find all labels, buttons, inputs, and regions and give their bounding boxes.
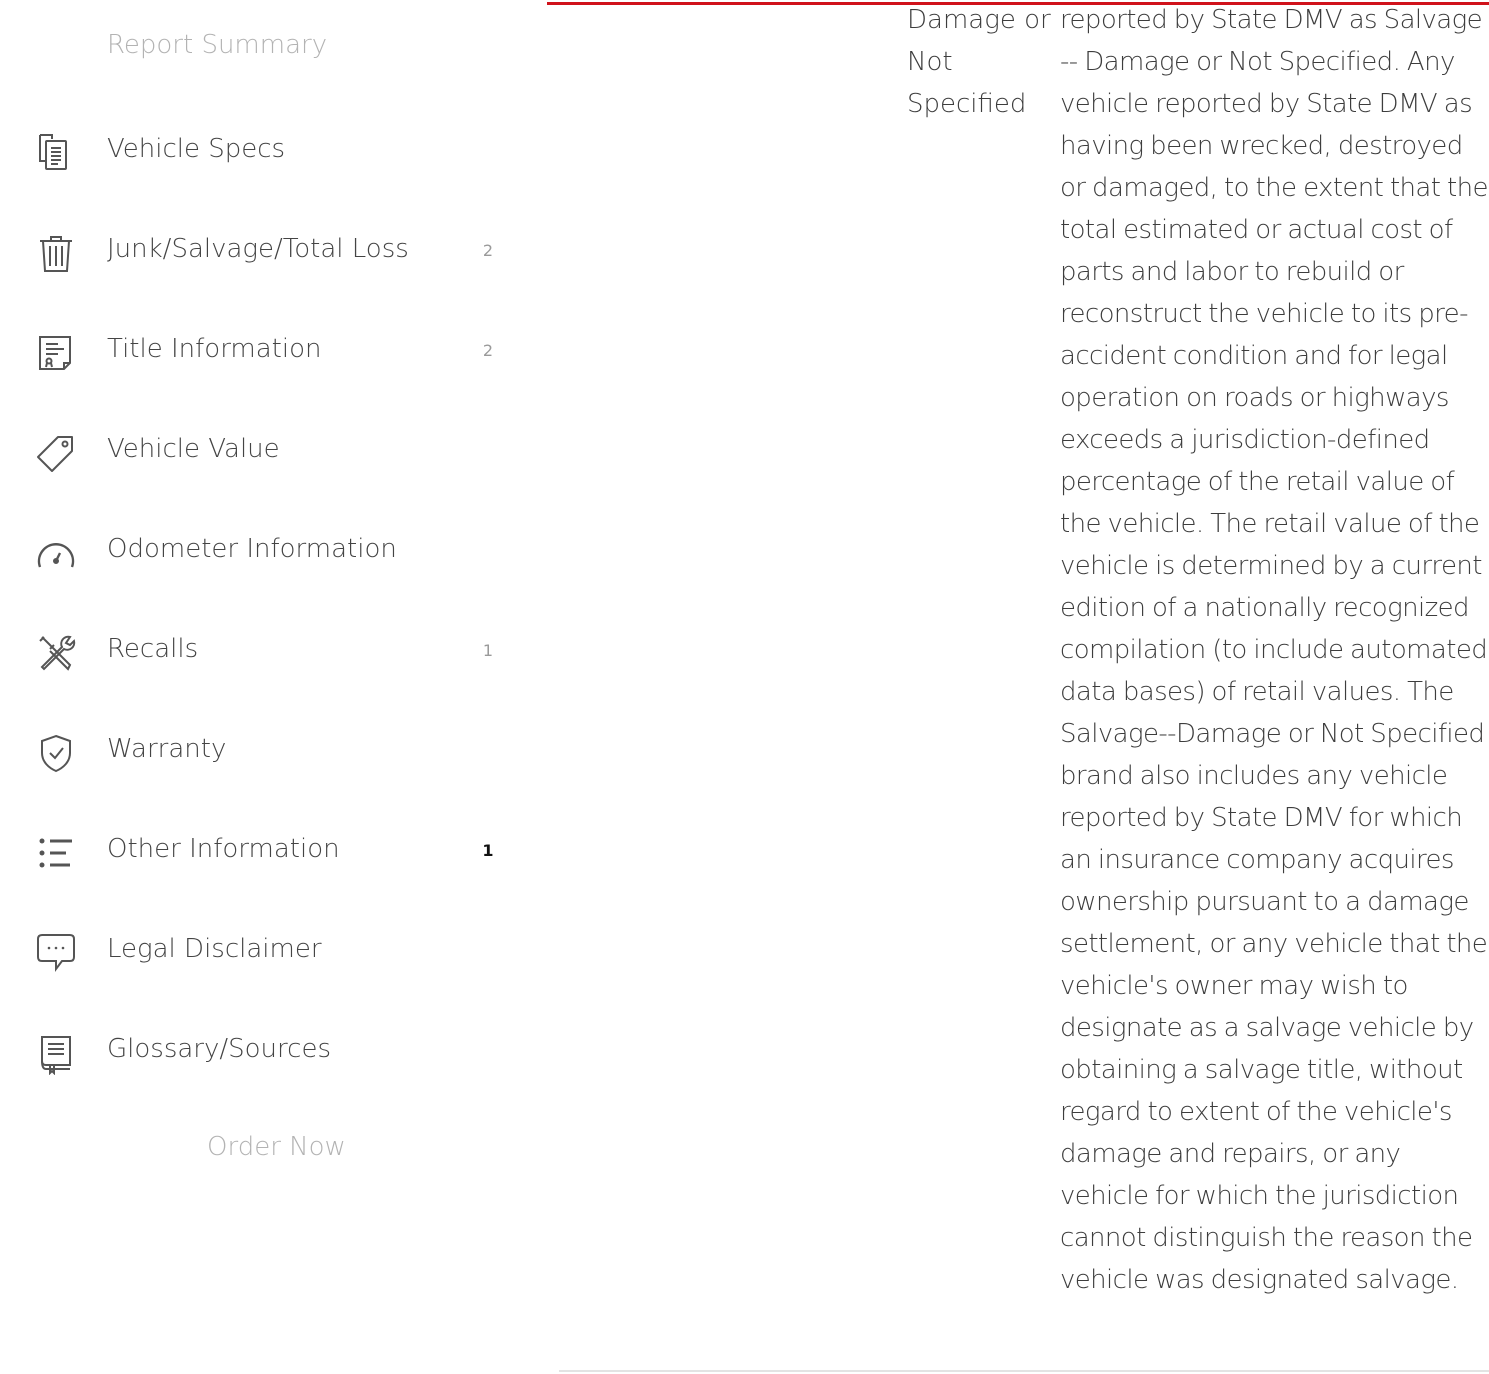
glossary-content: Damage or Not Specified reported by Stat… [545,0,1489,1374]
count-badge: 2 [482,241,494,260]
report-summary-link[interactable]: Report Summary [107,30,327,60]
sidebar-item-vehicle-specs[interactable]: Vehicle Specs [0,121,520,181]
sidebar-item-glossary-sources[interactable]: Glossary/Sources [0,1021,520,1081]
speech-bubble-icon [34,931,78,975]
count-badge: 2 [482,341,494,360]
list-icon [34,831,78,875]
glossary-definition: reported by State DMV as Salvage -- Dama… [1060,5,1488,1295]
sidebar-item-title-information[interactable]: Title Information 2 [0,321,520,381]
sidebar-item-label: Warranty [107,734,227,764]
sidebar-item-label: Recalls [107,634,199,664]
sidebar-item-legal-disclaimer[interactable]: Legal Disclaimer [0,921,520,981]
order-now-link[interactable]: Order Now [207,1132,346,1162]
sidebar-item-vehicle-value[interactable]: Vehicle Value [0,421,520,481]
title-document-icon [34,331,78,375]
sidebar-item-warranty[interactable]: Warranty [0,721,520,781]
sidebar-item-label: Other Information [107,834,340,864]
sidebar-item-label: Vehicle Specs [107,134,286,164]
sidebar-item-label: Glossary/Sources [107,1034,331,1064]
odometer-icon [34,531,78,575]
shield-check-icon [34,731,78,775]
trash-icon [34,231,78,275]
tools-icon [34,631,78,675]
row-divider [559,1370,1489,1372]
sidebar-item-label: Junk/Salvage/Total Loss [107,234,409,264]
vehicle-specs-icon [34,131,78,175]
sidebar-nav: Report Summary Vehicle Specs Junk/Salvag… [0,0,545,1374]
glossary-term: Damage or Not Specified [907,5,1051,119]
count-badge: 1 [482,841,494,860]
count-badge: 1 [482,641,494,660]
price-tag-icon [34,431,78,475]
sidebar-item-recalls[interactable]: Recalls 1 [0,621,520,681]
sidebar-item-odometer-information[interactable]: Odometer Information [0,521,520,581]
sidebar-item-junk-salvage-total-loss[interactable]: Junk/Salvage/Total Loss 2 [0,221,520,281]
sidebar-item-other-information[interactable]: Other Information 1 [0,821,520,881]
sidebar-item-label: Title Information [107,334,322,364]
sidebar-item-label: Odometer Information [107,534,397,564]
sidebar-item-label: Vehicle Value [107,434,280,464]
sidebar-item-label: Legal Disclaimer [107,934,322,964]
book-icon [34,1031,78,1075]
